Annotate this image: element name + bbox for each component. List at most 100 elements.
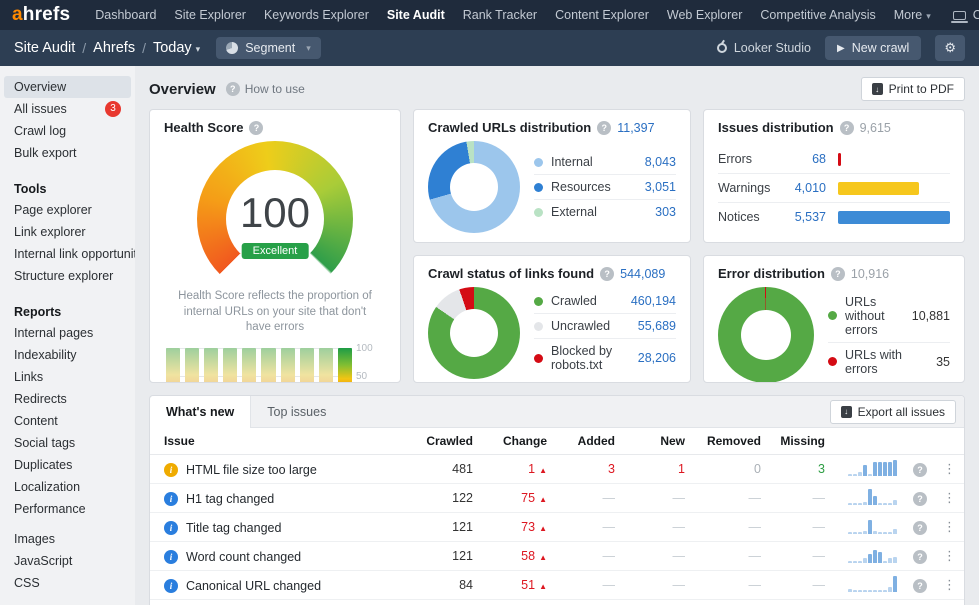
legend-value: 10,881 — [912, 309, 950, 323]
legend-value[interactable]: 303 — [655, 205, 676, 219]
kebab-menu-icon[interactable]: ⋮ — [943, 490, 956, 505]
sidebar-item-bulk-export[interactable]: Bulk export — [0, 142, 135, 164]
cell-change[interactable]: 73▲ — [481, 513, 555, 542]
legend-dot-icon — [534, 158, 543, 167]
sidebar-item-content[interactable]: Content — [0, 410, 135, 432]
nav-item-content-explorer[interactable]: Content Explorer — [546, 8, 658, 22]
cell-crawled[interactable]: 122 — [417, 484, 481, 513]
how-to-use-link[interactable]: ? How to use — [226, 82, 305, 96]
sidebar-item-duplicates[interactable]: Duplicates — [0, 454, 135, 476]
legend-value[interactable]: 460,194 — [631, 294, 676, 308]
segment-button[interactable]: Segment ▾ — [216, 37, 321, 59]
sidebar-item-javascript[interactable]: JavaScript — [0, 550, 135, 572]
cell-crawled[interactable]: 121 — [417, 513, 481, 542]
cell-change[interactable]: 1▲ — [481, 455, 555, 484]
cell-change[interactable]: 75▲ — [481, 484, 555, 513]
breadcrumb-project[interactable]: Ahrefs — [93, 40, 135, 56]
ahrefs-logo[interactable]: ahrefs — [12, 4, 70, 26]
issue-link-html-file-size-too-large[interactable]: iHTML file size too large — [164, 463, 317, 477]
cell-added[interactable]: 3 — [555, 455, 623, 484]
issue-link-canonical-url-changed[interactable]: iCanonical URL changed — [164, 579, 321, 593]
cell-change[interactable]: 58▲ — [481, 542, 555, 571]
cell-change[interactable]: 51▲ — [481, 571, 555, 600]
cell-crawled[interactable]: 110 — [417, 600, 481, 605]
cell-crawled[interactable]: 481 — [417, 455, 481, 484]
issue-link-word-count-changed[interactable]: iWord count changed — [164, 550, 301, 564]
sidebar-item-all-issues[interactable]: All issues3 — [0, 98, 135, 120]
settings-button[interactable]: ⚙ — [935, 35, 965, 61]
sparkline-bar — [853, 503, 857, 505]
crawled-urls-total[interactable]: 11,397 — [617, 121, 654, 135]
issue-link-title-tag-changed[interactable]: iTitle tag changed — [164, 521, 281, 535]
nav-item-dashboard[interactable]: Dashboard — [86, 8, 165, 22]
looker-studio-link[interactable]: Looker Studio — [717, 41, 811, 55]
new-crawl-button[interactable]: ▶ New crawl — [825, 36, 921, 60]
sidebar-item-css[interactable]: CSS — [0, 572, 135, 594]
help-icon[interactable]: ? — [913, 492, 927, 506]
sidebar-item-localization[interactable]: Localization — [0, 476, 135, 498]
sidebar-item-page-explorer[interactable]: Page explorer — [0, 199, 135, 221]
sidebar-item-internal-link-opportunities[interactable]: Internal link opportunities — [0, 243, 135, 265]
sidebar-item-redirects[interactable]: Redirects — [0, 388, 135, 410]
help-icon[interactable]: ? — [913, 579, 927, 593]
help-icon[interactable]: ? — [913, 550, 927, 564]
sidebar-item-crawl-log[interactable]: Crawl log — [0, 120, 135, 142]
legend-value[interactable]: 55,689 — [638, 319, 676, 333]
sidebar-item-images[interactable]: Images — [0, 528, 135, 550]
nav-item-more[interactable]: More▾ — [885, 8, 940, 22]
issues-bar-value[interactable]: 4,010 — [782, 181, 826, 195]
column-header-removed[interactable]: Removed — [693, 428, 769, 455]
kebab-menu-icon[interactable]: ⋮ — [943, 519, 956, 534]
column-header-issue[interactable]: Issue — [150, 428, 417, 455]
issue-link-h1-tag-changed[interactable]: iH1 tag changed — [164, 492, 274, 506]
column-header-new[interactable]: New — [623, 428, 693, 455]
tab-top-issues[interactable]: Top issues — [251, 396, 342, 428]
nav-item-site-audit[interactable]: Site Audit — [378, 8, 454, 22]
sparkline-bar — [893, 576, 897, 592]
cell-removed[interactable]: 0 — [693, 455, 769, 484]
nav-item-site-explorer[interactable]: Site Explorer — [165, 8, 255, 22]
issues-panel: What's newTop issues ↓ Export all issues… — [149, 395, 965, 605]
sparkline-bar — [848, 589, 852, 592]
help-icon[interactable]: ? — [913, 463, 927, 477]
tab-what-s-new[interactable]: What's new — [150, 396, 251, 428]
issues-bar-value[interactable]: 5,537 — [782, 210, 826, 224]
cell-crawled[interactable]: 121 — [417, 542, 481, 571]
sidebar-item-social-tags[interactable]: Social tags — [0, 432, 135, 454]
print-to-pdf-button[interactable]: ↓ Print to PDF — [861, 77, 965, 101]
help-icon[interactable]: ? — [913, 521, 927, 535]
crawl-status-total[interactable]: 544,089 — [620, 267, 665, 281]
column-header-added[interactable]: Added — [555, 428, 623, 455]
cell-missing: — — [769, 513, 833, 542]
legend-value[interactable]: 28,206 — [638, 351, 676, 365]
nav-item-credits-usage[interactable]: Credits usage▾ — [944, 8, 979, 22]
cell-missing[interactable]: 3 — [769, 455, 833, 484]
cell-crawled[interactable]: 84 — [417, 571, 481, 600]
legend-dot-icon — [534, 354, 543, 363]
cell-change[interactable]: 38▲ — [481, 600, 555, 605]
legend-value[interactable]: 8,043 — [645, 155, 676, 169]
kebab-menu-icon[interactable]: ⋮ — [943, 548, 956, 563]
issues-bar-value[interactable]: 68 — [782, 152, 826, 166]
nav-item-rank-tracker[interactable]: Rank Tracker — [454, 8, 546, 22]
sidebar-item-link-explorer[interactable]: Link explorer — [0, 221, 135, 243]
kebab-menu-icon[interactable]: ⋮ — [943, 461, 956, 476]
date-selector[interactable]: Today▾ — [153, 40, 200, 56]
sidebar-item-structure-explorer[interactable]: Structure explorer — [0, 265, 135, 287]
column-header-crawled[interactable]: Crawled — [417, 428, 481, 455]
nav-item-keywords-explorer[interactable]: Keywords Explorer — [255, 8, 378, 22]
nav-item-competitive-analysis[interactable]: Competitive Analysis — [751, 8, 884, 22]
sidebar-item-overview[interactable]: Overview — [4, 76, 131, 98]
sidebar-item-performance[interactable]: Performance — [0, 498, 135, 520]
kebab-menu-icon[interactable]: ⋮ — [943, 577, 956, 592]
breadcrumb-site-audit[interactable]: Site Audit — [14, 40, 75, 56]
sidebar-item-internal-pages[interactable]: Internal pages — [0, 322, 135, 344]
cell-new[interactable]: 1 — [623, 455, 693, 484]
column-header-change[interactable]: Change — [481, 428, 555, 455]
sidebar-item-indexability[interactable]: Indexability — [0, 344, 135, 366]
legend-value[interactable]: 3,051 — [645, 180, 676, 194]
column-header-missing[interactable]: Missing — [769, 428, 833, 455]
export-all-issues-button[interactable]: ↓ Export all issues — [830, 400, 956, 424]
nav-item-web-explorer[interactable]: Web Explorer — [658, 8, 752, 22]
sidebar-item-links[interactable]: Links — [0, 366, 135, 388]
